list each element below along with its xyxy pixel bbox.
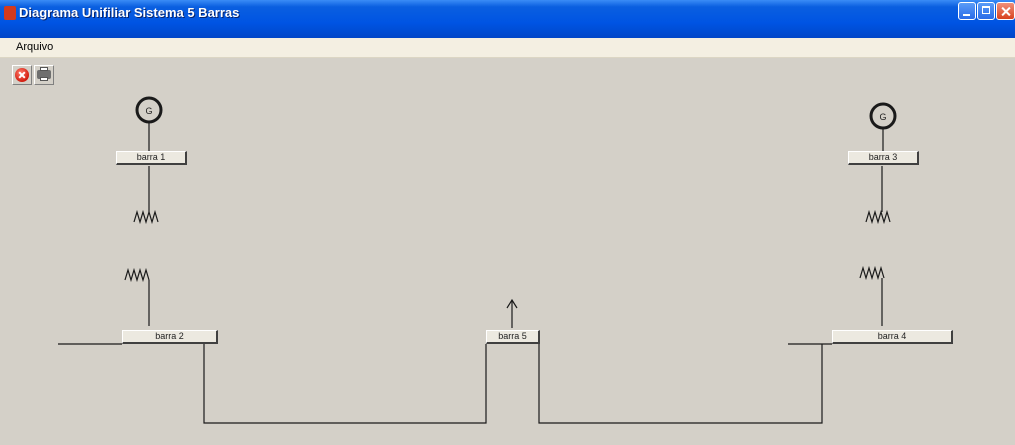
one-line-diagram: G G [58,96,897,424]
line-2-5 [203,344,487,424]
bus-barra-4[interactable]: barra 4 [832,330,953,344]
generator-1-label: G [145,106,152,116]
bus-barra-3[interactable]: barra 3 [848,151,919,165]
line-3-4-zigzag-lower [859,265,885,281]
bus-barra-2[interactable]: barra 2 [122,330,218,344]
bus-barra-1[interactable]: barra 1 [116,151,187,165]
line-3-4-zigzag-upper [865,209,891,225]
line-5-4 [538,344,823,424]
bus-barra-5[interactable]: barra 5 [486,330,540,344]
line-1-2-zigzag-upper [133,209,159,225]
line-1-2-zigzag-lower [124,267,150,283]
generator-3-label: G [879,112,886,122]
